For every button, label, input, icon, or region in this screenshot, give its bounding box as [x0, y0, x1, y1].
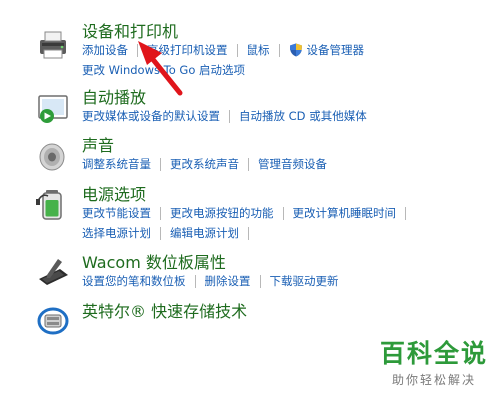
- watermark-subtitle: 助你轻松解决: [391, 373, 476, 387]
- link-change-media-defaults[interactable]: 更改媒体或设备的默认设置: [82, 108, 220, 124]
- category-title-sound[interactable]: 声音: [82, 136, 114, 156]
- link-edit-power-plan[interactable]: 编辑电源计划: [170, 225, 239, 241]
- link-row-wacom-1: 设置您的笔和数位板 删除设置 下载驱动更新: [82, 273, 339, 289]
- link-mouse[interactable]: 鼠标: [247, 42, 270, 58]
- link-power-button-function[interactable]: 更改电源按钮的功能: [170, 205, 274, 221]
- category-title-power[interactable]: 电源选项: [82, 185, 146, 205]
- link-separator: [282, 206, 284, 220]
- watermark-title: 百科全说: [379, 339, 488, 368]
- link-change-sleep-time[interactable]: 更改计算机睡眠时间: [293, 205, 397, 221]
- link-separator: [236, 43, 238, 57]
- link-separator: [248, 226, 249, 240]
- watermark: 百科全说 助你轻松解决: [380, 339, 488, 388]
- link-separator: [248, 157, 249, 171]
- link-separator: [137, 43, 138, 57]
- link-setup-pen-tablet[interactable]: 设置您的笔和数位板: [82, 273, 186, 289]
- link-change-power-saving[interactable]: 更改节能设置: [82, 205, 151, 221]
- link-separator: [160, 226, 161, 240]
- link-separator: [160, 157, 161, 171]
- speaker-icon[interactable]: [36, 140, 70, 174]
- link-row-autoplay-1: 更改媒体或设备的默认设置 自动播放 CD 或其他媒体: [82, 108, 367, 124]
- link-row-devices-2: 更改 Windows To Go 启动选项: [82, 62, 245, 78]
- link-autoplay-cd[interactable]: 自动播放 CD 或其他媒体: [239, 108, 367, 124]
- link-device-manager[interactable]: 设备管理器: [307, 42, 365, 58]
- link-advanced-printer-settings[interactable]: 高级打印机设置: [147, 42, 228, 58]
- link-separator: [194, 274, 196, 288]
- category-title-devices-printers[interactable]: 设备和打印机: [82, 22, 178, 42]
- link-separator: [229, 109, 230, 123]
- uac-shield-icon: [289, 43, 303, 57]
- link-delete-settings[interactable]: 删除设置: [205, 273, 251, 289]
- printer-icon[interactable]: [36, 28, 70, 62]
- link-row-sound-1: 调整系统音量 更改系统声音 管理音频设备: [82, 156, 327, 172]
- link-separator: [278, 43, 280, 57]
- link-separator: [160, 206, 161, 220]
- battery-icon[interactable]: [36, 187, 70, 221]
- link-row-devices-1: 添加设备 高级打印机设置 鼠标 设备管理器: [82, 42, 364, 58]
- link-separator: [405, 206, 406, 220]
- category-title-wacom[interactable]: Wacom 数位板属性: [82, 253, 226, 273]
- link-windows-to-go[interactable]: 更改 Windows To Go 启动选项: [82, 62, 245, 78]
- pen-tablet-icon[interactable]: [36, 257, 70, 291]
- storage-icon[interactable]: [36, 304, 70, 338]
- link-row-power-1: 更改节能设置 更改电源按钮的功能 更改计算机睡眠时间: [82, 205, 415, 221]
- link-change-system-sounds[interactable]: 更改系统声音: [170, 156, 239, 172]
- link-choose-power-plan[interactable]: 选择电源计划: [82, 225, 151, 241]
- link-manage-audio-devices[interactable]: 管理音频设备: [258, 156, 327, 172]
- autoplay-icon[interactable]: [36, 92, 70, 126]
- category-title-autoplay[interactable]: 自动播放: [82, 88, 146, 108]
- link-add-device[interactable]: 添加设备: [82, 42, 128, 58]
- category-title-intel-rst[interactable]: 英特尔® 快速存储技术: [82, 302, 247, 322]
- link-separator: [259, 274, 261, 288]
- link-row-power-2: 选择电源计划 编辑电源计划: [82, 225, 258, 241]
- link-adjust-volume[interactable]: 调整系统音量: [82, 156, 151, 172]
- link-download-driver-update[interactable]: 下载驱动更新: [270, 273, 339, 289]
